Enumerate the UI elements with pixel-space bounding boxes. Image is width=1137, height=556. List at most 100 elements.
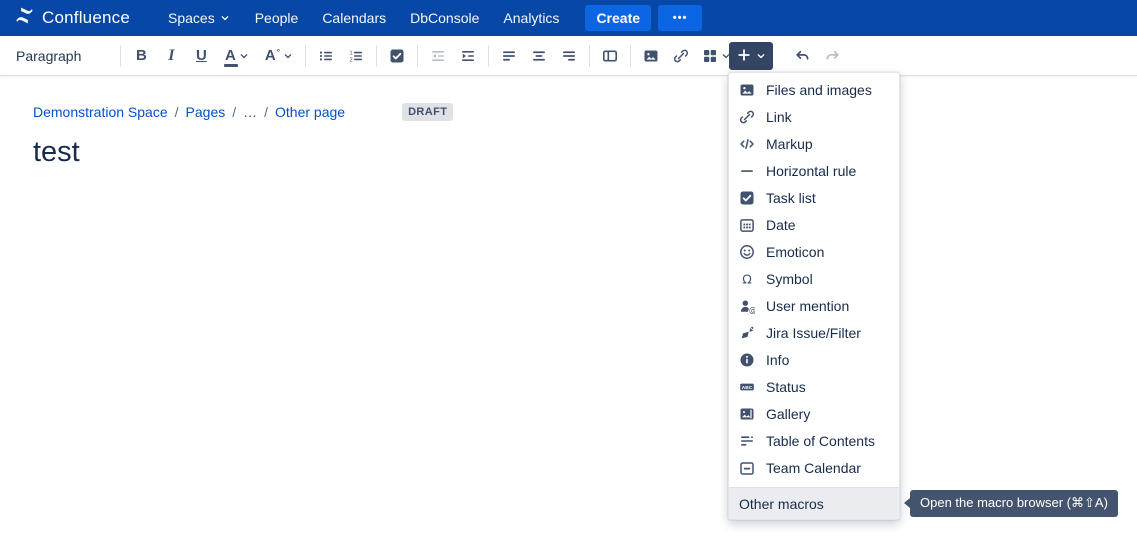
menu-item-label: Emoticon [766,244,824,260]
menu-item-label: Info [766,352,789,368]
nav-item-spaces[interactable]: Spaces [156,0,243,36]
gallery-icon [739,406,755,422]
chevron-down-icon [238,50,250,62]
undo-button[interactable] [787,42,817,70]
nav-item-calendars[interactable]: Calendars [310,0,398,36]
insert-more-button[interactable] [729,42,773,70]
menu-item-emoticon[interactable]: Emoticon [729,238,899,265]
insert-link-button[interactable] [666,42,696,70]
image-icon [643,48,659,64]
redo-button[interactable] [817,42,847,70]
menu-item-other-macros[interactable]: Other macros [729,488,899,519]
breadcrumb: Demonstration Space/Pages/…/Other page D… [0,76,1137,122]
menu-item-label: Task list [766,190,816,206]
align-left-button[interactable] [494,42,524,70]
breadcrumb-separator: / [232,104,236,120]
menu-item-label: Markup [766,136,813,152]
nav-item-analytics[interactable]: Analytics [491,0,571,36]
page-layout-button[interactable] [595,42,625,70]
toolbar-divider [305,45,306,67]
insert-cluster [729,42,847,70]
menu-item-user-mention[interactable]: @User mention [729,292,899,319]
menu-item-task-list[interactable]: Task list [729,184,899,211]
menu-item-label: Jira Issue/Filter [766,325,861,341]
menu-item-label: Table of Contents [766,433,875,449]
toolbar-divider [417,45,418,67]
bold-button[interactable]: B [126,42,156,70]
table-icon [702,48,718,64]
align-center-button[interactable] [524,42,554,70]
breadcrumb-ellipsis[interactable]: … [243,104,257,120]
nav-item-people[interactable]: People [243,0,311,36]
menu-item-markup[interactable]: Markup [729,130,899,157]
numbered-list-button[interactable]: 12 [341,42,371,70]
link-icon [739,109,755,125]
menu-item-status[interactable]: ABC Status [729,373,899,400]
page-title-input[interactable]: test [33,136,1137,169]
toolbar-divider [376,45,377,67]
insert-files-images-button[interactable] [636,42,666,70]
menu-item-jira-issue-filter[interactable]: Jira Issue/Filter [729,319,899,346]
toolbar-divider [589,45,590,67]
menu-item-gallery[interactable]: Gallery [729,400,899,427]
macro-browser-tooltip: Open the macro browser (⌘⇧A) [910,490,1118,517]
indent-button[interactable] [453,42,483,70]
horizontal-rule-icon [739,163,755,179]
toolbar-divider [630,45,631,67]
history-buttons [787,42,847,70]
nav-item-dbconsole[interactable]: DbConsole [398,0,491,36]
menu-item-date[interactable]: Date [729,211,899,238]
bullet-list-button[interactable] [311,42,341,70]
text-color-icon: A [225,48,236,63]
date-icon [739,217,755,233]
paragraph-style-select[interactable]: Paragraph [6,44,115,68]
menu-item-link[interactable]: Link [729,103,899,130]
menu-item-label: Team Calendar [766,460,861,476]
breadcrumb-link[interactable]: Pages [186,104,226,120]
task-list-button[interactable] [382,42,412,70]
more-menu-button[interactable]: ••• [658,5,702,31]
svg-text:ABC: ABC [742,384,753,390]
menu-item-files-and-images[interactable]: Files and images [729,76,899,103]
symbol-icon: Ω [739,271,755,287]
breadcrumb-separator: / [175,104,179,120]
menu-item-info[interactable]: Info [729,346,899,373]
nav-item-label: People [255,10,299,26]
text-color-button[interactable]: A [216,42,258,70]
italic-button[interactable]: I [156,42,186,70]
create-button[interactable]: Create [585,5,651,31]
underline-icon: U [196,48,207,63]
chevron-down-icon [282,50,294,62]
align-right-icon [561,48,577,64]
menu-item-team-calendar[interactable]: Team Calendar [729,454,899,481]
align-left-icon [501,48,517,64]
svg-text:Ω: Ω [742,271,752,286]
more-formatting-button[interactable]: A° [258,42,300,70]
insert-menu-items: Files and images Link Markup Horizontal rul… [729,76,899,481]
menu-item-symbol[interactable]: ΩSymbol [729,265,899,292]
menu-item-table-of-contents[interactable]: Table of Contents [729,427,899,454]
align-right-button[interactable] [554,42,584,70]
redo-icon [824,48,841,65]
paragraph-style-label: Paragraph [16,48,81,64]
outdent-button[interactable] [423,42,453,70]
menu-item-label: Date [766,217,796,233]
status-icon: ABC [739,379,755,395]
markup-icon [739,136,755,152]
editor-toolbar: Paragraph BIU A A° 12 [0,36,1137,76]
outdent-icon [430,48,446,64]
top-navbar: Confluence Spaces People CalendarsDbConsol… [0,0,1137,36]
breadcrumb-link[interactable]: Demonstration Space [33,104,168,120]
toolbar-divider [120,45,121,67]
breadcrumb-links: Demonstration Space/Pages/…/Other page [33,104,345,120]
nav-item-label: Analytics [503,10,559,26]
menu-item-label: Status [766,379,806,395]
bold-icon: B [136,48,147,63]
menu-item-horizontal-rule[interactable]: Horizontal rule [729,157,899,184]
breadcrumb-link[interactable]: Other page [275,104,345,120]
menu-item-label: Link [766,109,792,125]
confluence-brand[interactable]: Confluence [14,5,130,31]
nav-item-label: Spaces [168,10,215,26]
underline-button[interactable]: U [186,42,216,70]
task-list-icon [389,48,405,64]
